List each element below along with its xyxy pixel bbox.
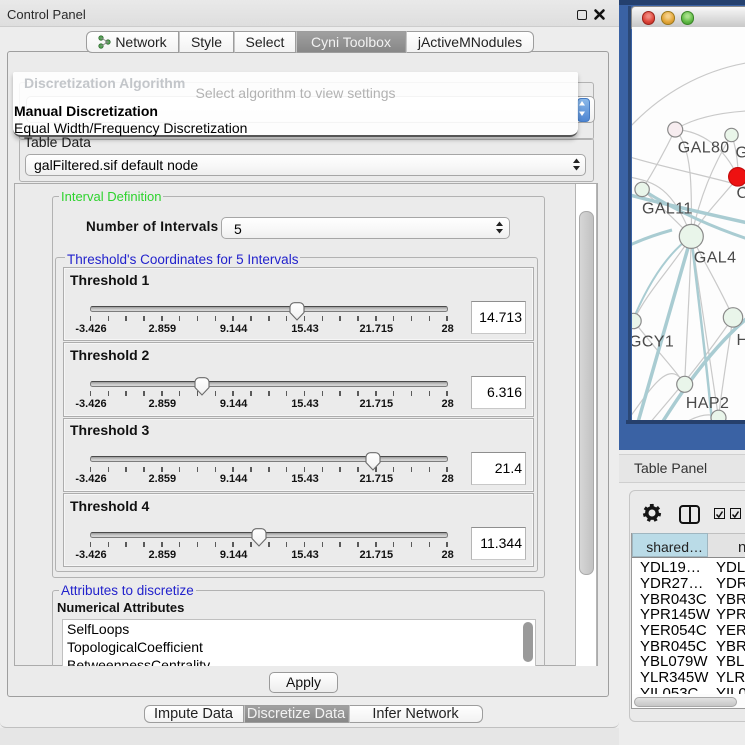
svg-text:GAL11: GAL11	[642, 200, 693, 217]
svg-text:HAP2: HAP2	[685, 395, 728, 412]
svg-text:GAL4: GAL4	[693, 249, 736, 266]
svg-text:C: C	[736, 185, 745, 202]
svg-text:GCY1: GCY1	[632, 333, 674, 350]
svg-text:GA: GA	[735, 145, 745, 162]
svg-text:H: H	[736, 332, 745, 349]
svg-text:GAL80: GAL80	[677, 139, 729, 156]
